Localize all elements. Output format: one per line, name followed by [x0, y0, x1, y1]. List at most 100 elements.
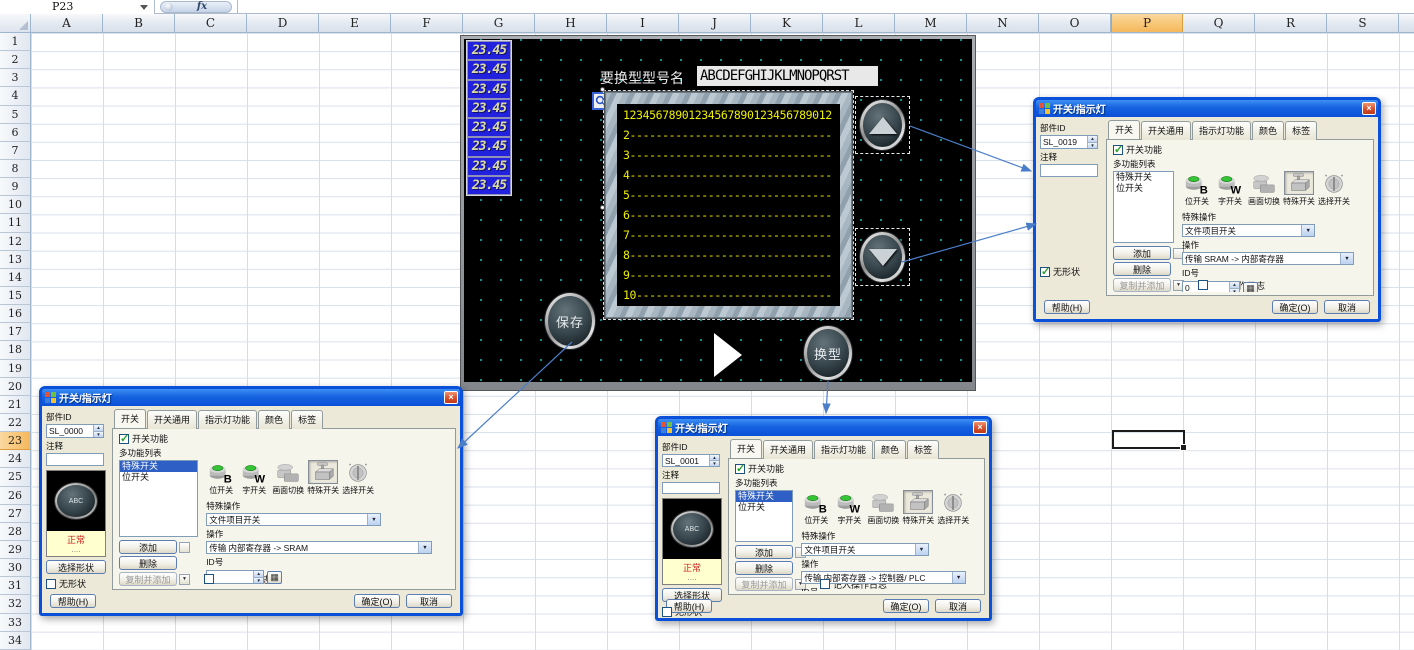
- special-operation-select[interactable]: 文件项目开关 ▼: [206, 513, 381, 526]
- close-icon[interactable]: ×: [1362, 102, 1376, 115]
- tab-indicator-function[interactable]: 指示灯功能: [198, 410, 257, 429]
- operation-log-checkbox[interactable]: [1198, 280, 1208, 290]
- comment-input[interactable]: [1040, 164, 1098, 177]
- special-switch-icon[interactable]: 特殊开关: [1283, 171, 1315, 207]
- help-button[interactable]: 帮助(H): [50, 594, 96, 608]
- function-list-item-0[interactable]: 特殊开关: [1114, 172, 1173, 183]
- select-shape-button[interactable]: 选择形状: [46, 560, 106, 574]
- tab-color[interactable]: 颜色: [1252, 121, 1284, 140]
- screen-switch-icon[interactable]: 画面切换: [867, 490, 899, 526]
- function-list[interactable]: 特殊开关 位开关: [735, 490, 793, 542]
- copy-add-button[interactable]: 复制并添加: [1113, 278, 1171, 292]
- tab-indicator-function[interactable]: 指示灯功能: [1192, 121, 1251, 140]
- no-shape-checkbox[interactable]: [662, 607, 672, 617]
- cancel-button[interactable]: 取消: [935, 599, 981, 613]
- selector-switch-icon[interactable]: 选择开关: [1318, 171, 1350, 207]
- add-button[interactable]: 添加: [119, 540, 177, 554]
- tab-switch[interactable]: 开关: [1108, 120, 1140, 139]
- function-list-item-1[interactable]: 位开关: [120, 472, 197, 483]
- tab-switch-common[interactable]: 开关通用: [147, 410, 197, 429]
- dropdown-arrow-icon[interactable]: ▼: [367, 514, 380, 525]
- tab-switch-common[interactable]: 开关通用: [763, 440, 813, 459]
- spinner-arrows-icon[interactable]: ▲▼: [1229, 282, 1239, 292]
- spinner-arrows-icon[interactable]: ▲▼: [253, 571, 263, 583]
- word-switch-icon[interactable]: W 字开关: [1215, 171, 1245, 207]
- function-list-item-1[interactable]: 位开关: [1114, 183, 1173, 194]
- cancel-button[interactable]: 取消: [406, 594, 452, 608]
- tab-label[interactable]: 标签: [291, 410, 323, 429]
- special-operation-select[interactable]: 文件项目开关 ▼: [1182, 224, 1315, 237]
- operation-log-checkbox[interactable]: [204, 574, 214, 584]
- bit-switch-icon[interactable]: B 位开关: [1182, 171, 1212, 207]
- close-icon[interactable]: ×: [444, 391, 458, 404]
- no-shape-checkbox[interactable]: [46, 579, 56, 589]
- part-id-spinner[interactable]: SL_0000 ▲▼: [46, 424, 104, 438]
- selector-switch-icon[interactable]: 选择开关: [342, 460, 374, 496]
- bit-switch-icon[interactable]: B 位开关: [801, 490, 831, 526]
- id-number-spinner[interactable]: 0 ▲▼: [206, 570, 264, 584]
- comment-input[interactable]: [662, 482, 720, 494]
- device-browse-button[interactable]: ▦: [1243, 282, 1258, 293]
- switch-function-checkbox[interactable]: [735, 464, 745, 474]
- function-list-item-0[interactable]: 特殊开关: [120, 461, 197, 472]
- special-switch-icon[interactable]: 特殊开关: [307, 460, 339, 496]
- copy-add-dropdown-icon[interactable]: ▼: [179, 574, 190, 585]
- ok-button[interactable]: 确定(O): [1272, 300, 1318, 314]
- selector-switch-icon[interactable]: 选择开关: [937, 490, 969, 526]
- add-button[interactable]: 添加: [1113, 246, 1171, 260]
- function-list-item-0[interactable]: 特殊开关: [736, 491, 792, 502]
- part-id-spinner[interactable]: SL_0019 ▲▼: [1040, 135, 1098, 149]
- close-icon[interactable]: ×: [973, 421, 987, 434]
- screen-switch-icon[interactable]: 画面切换: [272, 460, 304, 496]
- move-up-button[interactable]: [179, 542, 190, 553]
- dropdown-arrow-icon[interactable]: ▼: [1340, 253, 1353, 264]
- cancel-button[interactable]: 取消: [1324, 300, 1370, 314]
- word-switch-icon[interactable]: W 字开关: [834, 490, 864, 526]
- switch-function-checkbox[interactable]: [1113, 145, 1123, 155]
- tab-switch[interactable]: 开关: [730, 439, 762, 458]
- dropdown-arrow-icon[interactable]: ▼: [1301, 225, 1314, 236]
- switch-function-checkbox[interactable]: [119, 434, 129, 444]
- ok-button[interactable]: 确定(O): [354, 594, 400, 608]
- tab-label[interactable]: 标签: [1285, 121, 1317, 140]
- dialog-titlebar[interactable]: 开关/指示灯 ×: [42, 389, 460, 406]
- id-number-spinner[interactable]: 0 ▲▼: [1182, 281, 1240, 292]
- dropdown-arrow-icon[interactable]: ▼: [418, 542, 431, 553]
- spinner-arrows-icon[interactable]: ▲▼: [709, 455, 719, 466]
- tab-switch[interactable]: 开关: [114, 409, 146, 428]
- copy-add-button[interactable]: 复制并添加: [119, 572, 177, 586]
- operation-select[interactable]: 传输 SRAM -> 内部寄存器 ▼: [1182, 252, 1354, 265]
- tab-switch-common[interactable]: 开关通用: [1141, 121, 1191, 140]
- ok-button[interactable]: 确定(O): [883, 599, 929, 613]
- tab-indicator-function[interactable]: 指示灯功能: [814, 440, 873, 459]
- dialog-titlebar[interactable]: 开关/指示灯 ×: [1036, 100, 1378, 117]
- operation-log-checkbox[interactable]: [820, 579, 830, 589]
- spinner-arrows-icon[interactable]: ▲▼: [93, 425, 103, 437]
- bit-switch-icon[interactable]: B 位开关: [206, 460, 236, 496]
- dropdown-arrow-icon[interactable]: ▼: [952, 572, 965, 583]
- delete-button[interactable]: 删除: [735, 561, 793, 575]
- comment-input[interactable]: [46, 453, 104, 466]
- spinner-arrows-icon[interactable]: ▲▼: [1087, 136, 1097, 148]
- screen-switch-icon[interactable]: 画面切换: [1248, 171, 1280, 207]
- help-button[interactable]: 帮助(H): [666, 599, 712, 613]
- tab-color[interactable]: 颜色: [258, 410, 290, 429]
- dialog-titlebar[interactable]: 开关/指示灯 ×: [658, 419, 989, 436]
- device-browse-button[interactable]: ▦: [267, 571, 282, 584]
- tab-color[interactable]: 颜色: [874, 440, 906, 459]
- no-shape-checkbox[interactable]: [1040, 267, 1050, 277]
- delete-button[interactable]: 删除: [1113, 262, 1171, 276]
- part-id-spinner[interactable]: SL_0001 ▲▼: [662, 454, 720, 467]
- delete-button[interactable]: 删除: [119, 556, 177, 570]
- help-button[interactable]: 帮助(H): [1044, 300, 1090, 314]
- operation-select[interactable]: 传输 内部寄存器 -> SRAM ▼: [206, 541, 432, 554]
- special-switch-icon[interactable]: 特殊开关: [902, 490, 934, 526]
- copy-add-button[interactable]: 复制并添加: [735, 577, 793, 591]
- function-list[interactable]: 特殊开关 位开关: [1113, 171, 1174, 243]
- dropdown-arrow-icon[interactable]: ▼: [915, 544, 928, 555]
- add-button[interactable]: 添加: [735, 545, 793, 559]
- tab-label[interactable]: 标签: [907, 440, 939, 459]
- function-list[interactable]: 特殊开关 位开关: [119, 460, 198, 537]
- word-switch-icon[interactable]: W 字开关: [239, 460, 269, 496]
- function-list-item-1[interactable]: 位开关: [736, 502, 792, 513]
